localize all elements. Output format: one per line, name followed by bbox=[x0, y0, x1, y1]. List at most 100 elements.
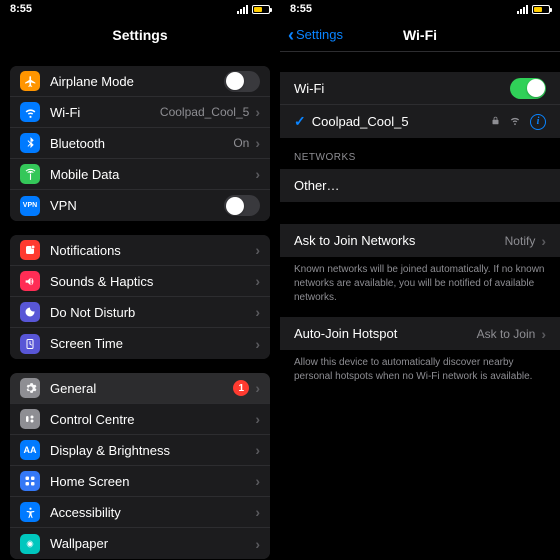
chevron-right-icon: › bbox=[255, 504, 260, 520]
row-sounds[interactable]: Sounds & Haptics › bbox=[10, 266, 270, 297]
screentime-icon bbox=[20, 334, 40, 354]
moon-icon bbox=[20, 302, 40, 322]
row-wifi-switch[interactable]: Wi-Fi bbox=[280, 72, 560, 105]
row-label: Bluetooth bbox=[50, 136, 233, 151]
row-current-network[interactable]: ✓ Coolpad_Cool_5 i bbox=[280, 105, 560, 138]
group-auto-hotspot: Auto-Join Hotspot Ask to Join › bbox=[280, 317, 560, 350]
chevron-right-icon: › bbox=[255, 536, 260, 552]
auto-hotspot-footer: Allow this device to automatically disco… bbox=[280, 350, 560, 396]
row-dnd[interactable]: Do Not Disturb › bbox=[10, 297, 270, 328]
chevron-right-icon: › bbox=[541, 326, 546, 342]
row-wifi[interactable]: Wi-Fi Coolpad_Cool_5 › bbox=[10, 97, 270, 128]
row-label: Display & Brightness bbox=[50, 443, 253, 458]
signal-icon bbox=[517, 5, 528, 14]
nav-bar: ‹ Settings Wi-Fi bbox=[280, 18, 560, 52]
chevron-right-icon: › bbox=[255, 380, 260, 396]
networks-header: NETWORKS bbox=[280, 138, 560, 169]
row-vpn[interactable]: VPN VPN bbox=[10, 190, 270, 221]
row-accessibility[interactable]: Accessibility › bbox=[10, 497, 270, 528]
wallpaper-icon bbox=[20, 534, 40, 554]
chevron-right-icon: › bbox=[255, 273, 260, 289]
bluetooth-icon bbox=[20, 133, 40, 153]
row-display[interactable]: AA Display & Brightness › bbox=[10, 435, 270, 466]
row-label: Wallpaper bbox=[50, 536, 253, 551]
control-icon bbox=[20, 409, 40, 429]
chevron-right-icon: › bbox=[255, 473, 260, 489]
row-auto-hotspot[interactable]: Auto-Join Hotspot Ask to Join › bbox=[280, 317, 560, 350]
vpn-toggle[interactable] bbox=[224, 195, 260, 216]
row-airplane[interactable]: Airplane Mode bbox=[10, 66, 270, 97]
row-ask-join[interactable]: Ask to Join Networks Notify › bbox=[280, 224, 560, 257]
lock-icon bbox=[491, 115, 500, 129]
ask-join-label: Ask to Join Networks bbox=[294, 233, 505, 248]
vpn-icon: VPN bbox=[20, 196, 40, 216]
row-label: Home Screen bbox=[50, 474, 253, 489]
battery-icon bbox=[252, 5, 270, 14]
row-control-centre[interactable]: Control Centre › bbox=[10, 404, 270, 435]
battery-icon bbox=[532, 5, 550, 14]
gear-icon bbox=[20, 378, 40, 398]
check-icon: ✓ bbox=[294, 113, 306, 130]
row-other-network[interactable]: Other… bbox=[280, 169, 560, 202]
row-label: Sounds & Haptics bbox=[50, 274, 253, 289]
row-notifications[interactable]: Notifications › bbox=[10, 235, 270, 266]
wifi-signal-icon bbox=[508, 115, 522, 129]
row-wallpaper[interactable]: Wallpaper › bbox=[10, 528, 270, 559]
auto-hotspot-label: Auto-Join Hotspot bbox=[294, 326, 477, 341]
back-button[interactable]: ‹ Settings bbox=[288, 26, 343, 44]
row-label: Mobile Data bbox=[50, 167, 253, 182]
group-wifi-toggle: Wi-Fi ✓ Coolpad_Cool_5 i bbox=[280, 72, 560, 138]
sounds-icon bbox=[20, 271, 40, 291]
group-general: General 1 › Control Centre › AA Display … bbox=[10, 373, 270, 559]
row-label: General bbox=[50, 381, 233, 396]
page-title: Settings bbox=[112, 27, 167, 43]
antenna-icon bbox=[20, 164, 40, 184]
status-bar: 8:55 bbox=[0, 0, 280, 18]
status-time: 8:55 bbox=[290, 3, 312, 15]
chevron-right-icon: › bbox=[255, 242, 260, 258]
auto-hotspot-value: Ask to Join bbox=[477, 327, 536, 341]
wifi-label: Wi-Fi bbox=[294, 81, 510, 96]
wifi-value: Coolpad_Cool_5 bbox=[160, 105, 249, 119]
row-label: VPN bbox=[50, 198, 224, 213]
back-label: Settings bbox=[296, 27, 343, 42]
chevron-right-icon: › bbox=[255, 135, 260, 151]
group-networks: Other… bbox=[280, 169, 560, 202]
row-label: Airplane Mode bbox=[50, 74, 224, 89]
chevron-right-icon: › bbox=[255, 336, 260, 352]
group-alerts: Notifications › Sounds & Haptics › Do No… bbox=[10, 235, 270, 359]
signal-icon bbox=[237, 5, 248, 14]
airplane-toggle[interactable] bbox=[224, 71, 260, 92]
wifi-icon bbox=[20, 102, 40, 122]
row-bluetooth[interactable]: Bluetooth On › bbox=[10, 128, 270, 159]
chevron-right-icon: › bbox=[255, 442, 260, 458]
airplane-icon bbox=[20, 71, 40, 91]
home-icon bbox=[20, 471, 40, 491]
row-label: Wi-Fi bbox=[50, 105, 160, 120]
bluetooth-value: On bbox=[233, 136, 249, 150]
wifi-toggle[interactable] bbox=[510, 78, 546, 99]
row-label: Control Centre bbox=[50, 412, 253, 427]
other-label: Other… bbox=[294, 178, 546, 193]
page-title: Wi-Fi bbox=[403, 27, 437, 43]
chevron-right-icon: › bbox=[255, 166, 260, 182]
info-icon[interactable]: i bbox=[530, 114, 546, 130]
row-screentime[interactable]: Screen Time › bbox=[10, 328, 270, 359]
row-label: Accessibility bbox=[50, 505, 253, 520]
row-home-screen[interactable]: Home Screen › bbox=[10, 466, 270, 497]
display-icon: AA bbox=[20, 440, 40, 460]
row-label: Do Not Disturb bbox=[50, 305, 253, 320]
nav-bar: Settings bbox=[0, 18, 280, 52]
row-label: Screen Time bbox=[50, 336, 253, 351]
group-ask-join: Ask to Join Networks Notify › bbox=[280, 224, 560, 257]
group-connectivity: Airplane Mode Wi-Fi Coolpad_Cool_5 › Blu… bbox=[10, 66, 270, 221]
notifications-icon bbox=[20, 240, 40, 260]
status-bar: 8:55 bbox=[280, 0, 560, 18]
accessibility-icon bbox=[20, 502, 40, 522]
chevron-left-icon: ‹ bbox=[288, 26, 294, 44]
network-name: Coolpad_Cool_5 bbox=[312, 114, 491, 129]
row-general[interactable]: General 1 › bbox=[10, 373, 270, 404]
ask-join-footer: Known networks will be joined automatica… bbox=[280, 257, 560, 317]
row-mobile-data[interactable]: Mobile Data › bbox=[10, 159, 270, 190]
ask-join-value: Notify bbox=[505, 234, 536, 248]
